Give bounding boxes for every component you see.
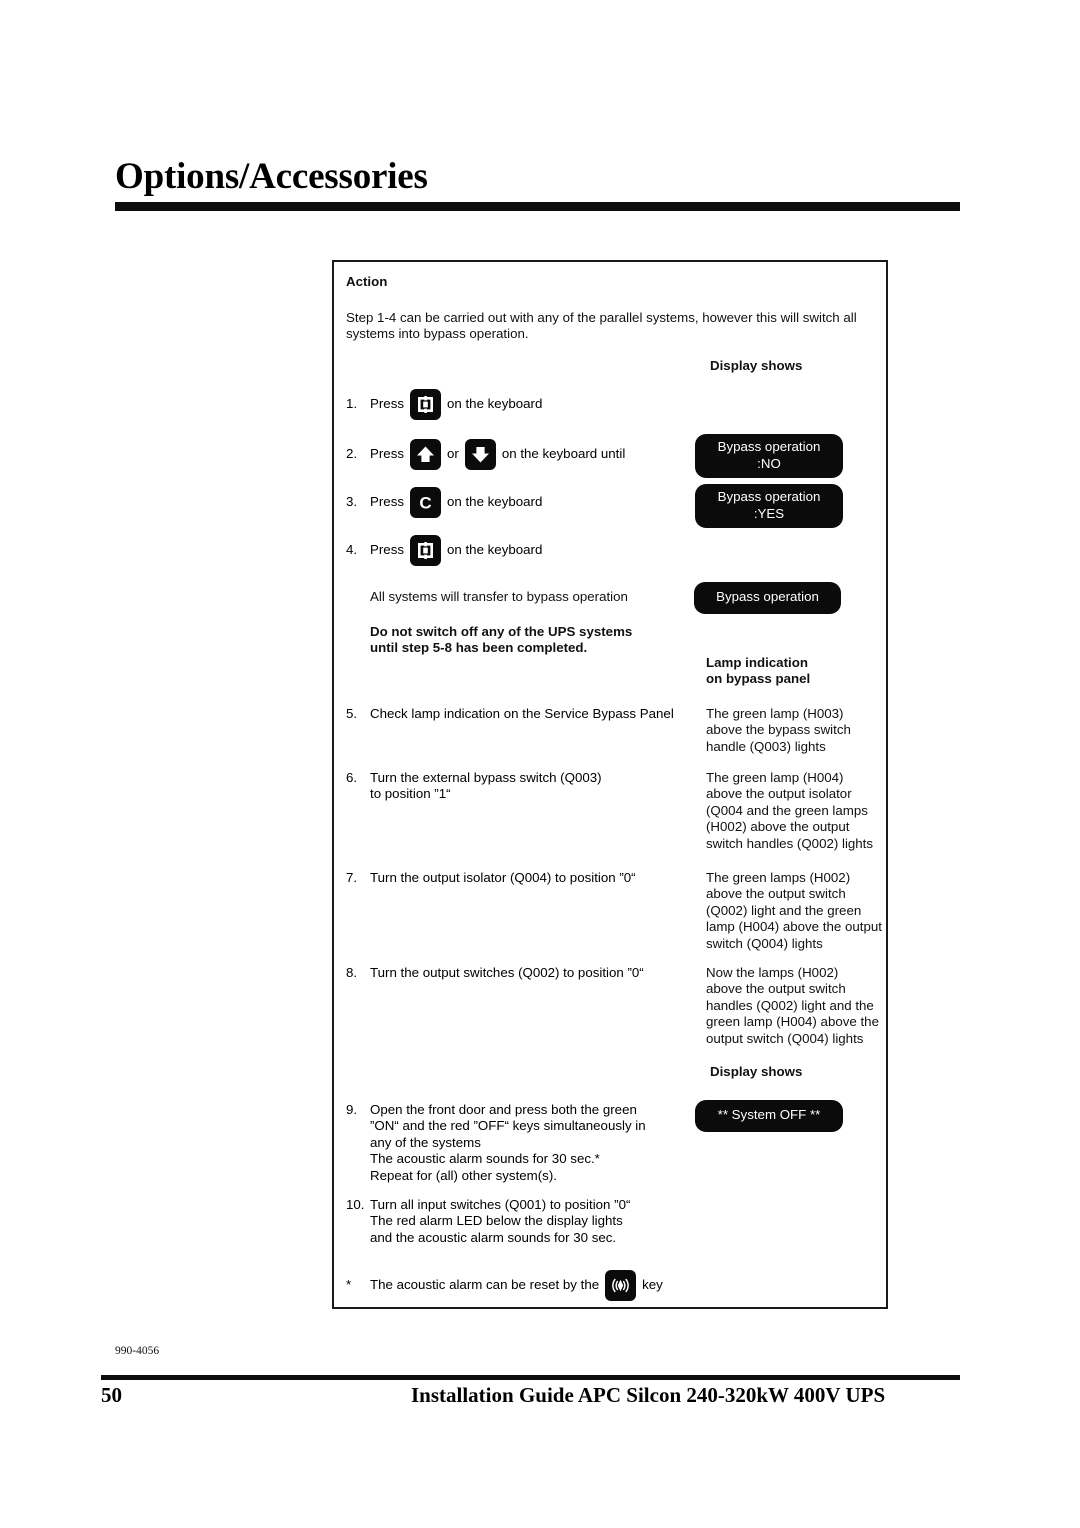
step-3-press-label: Press <box>370 494 404 510</box>
step-1-press-label: Press <box>370 396 404 412</box>
step-6-text: Turn the external bypass switch (Q003) t… <box>370 770 602 802</box>
step-7: 7. Turn the output isolator (Q004) to po… <box>346 870 696 886</box>
header-rule <box>115 201 960 211</box>
step-2-number: 2. <box>346 446 358 462</box>
step-10: 10. Turn all input switches (Q001) to po… <box>346 1197 696 1246</box>
step-6: 6. Turn the external bypass switch (Q003… <box>346 770 696 803</box>
display-key-icon-2[interactable] <box>410 535 441 566</box>
footnote-after-key: key <box>642 1277 663 1293</box>
display-shows-label-bottom: Display shows <box>710 1064 803 1079</box>
step-4-press-label: Press <box>370 542 404 558</box>
step-2: 2. Press or on the keyboard until <box>346 439 625 470</box>
footnote-before-key: The acoustic alarm can be reset by the <box>370 1277 600 1293</box>
step-10-text: Turn all input switches (Q001) to positi… <box>370 1197 631 1245</box>
arrow-down-key-icon[interactable] <box>464 439 496 470</box>
step-7-text: Turn the output isolator (Q004) to posit… <box>370 870 636 885</box>
step-5-number: 5. <box>346 706 358 721</box>
display-key-icon[interactable] <box>410 389 441 420</box>
step-2-press-label: Press <box>370 446 404 462</box>
step-3-number: 3. <box>346 494 358 510</box>
step-9-text: Open the front door and press both the g… <box>370 1102 646 1183</box>
step-5-result: The green lamp (H003) above the bypass s… <box>706 706 851 754</box>
step-1-number: 1. <box>346 396 358 412</box>
alarm-key-icon[interactable] <box>605 1270 637 1301</box>
book-title: Installation Guide APC Silcon 240-320kW … <box>411 1383 886 1407</box>
step-6-number: 6. <box>346 770 358 785</box>
step-2-separator: or <box>447 446 459 462</box>
step-4: 4. Press on the keyboard <box>346 535 542 566</box>
page-number: 50 <box>101 1383 122 1407</box>
display-box-bypass-no: Bypass operation :NO <box>695 434 843 479</box>
display-shows-label-top: Display shows <box>710 358 803 373</box>
action-panel: Action Step 1-4 can be carried out with … <box>332 260 888 1309</box>
step-1: 1. Press on the keyboard <box>346 389 542 420</box>
lamp-indication-label: Lamp indication on bypass panel <box>706 655 811 687</box>
step-8-number: 8. <box>346 965 358 980</box>
step-8-text: Turn the output switches (Q002) to posit… <box>370 965 644 980</box>
step-1-after-key: on the keyboard <box>447 396 543 412</box>
step-7-result: The green lamps (H002) above the output … <box>706 870 882 951</box>
step-3: 3. Press C on the keyboard <box>346 487 542 518</box>
page-footer: 50 Installation Guide APC Silcon 240-320… <box>101 1383 960 1408</box>
arrow-up-key-icon[interactable] <box>410 439 441 470</box>
step-5: 5. Check lamp indication on the Service … <box>346 706 696 722</box>
svg-text:C: C <box>419 494 431 513</box>
display-box-system-off: ** System OFF ** <box>695 1100 843 1132</box>
step-10-number: 10. <box>346 1197 365 1212</box>
display-box-bypass-operation: Bypass operation <box>694 582 841 614</box>
footnote-marker: * <box>346 1277 352 1293</box>
footer-rule <box>101 1375 960 1380</box>
intro-paragraph: Step 1-4 can be carried out with any of … <box>346 310 857 342</box>
transfer-note: All systems will transfer to bypass oper… <box>370 589 628 604</box>
step-8-result: Now the lamps (H002) above the output sw… <box>706 965 879 1046</box>
step-5-text: Check lamp indication on the Service Byp… <box>370 706 674 721</box>
step-9-number: 9. <box>346 1102 358 1117</box>
c-key-icon[interactable]: C <box>410 487 441 518</box>
document-number: 990-4056 <box>115 1345 160 1357</box>
step-8: 8. Turn the output switches (Q002) to po… <box>346 965 696 981</box>
step-9: 9. Open the front door and press both th… <box>346 1102 696 1184</box>
step-7-number: 7. <box>346 870 358 885</box>
page-header: Options/Accessories <box>115 156 960 211</box>
page-title: Options/Accessories <box>115 156 428 197</box>
step-3-after-key: on the keyboard <box>447 494 543 510</box>
step-4-number: 4. <box>346 542 358 558</box>
step-4-after-key: on the keyboard <box>447 542 543 558</box>
step-6-result: The green lamp (H004) above the output i… <box>706 770 874 851</box>
warning-text: Do not switch off any of the UPS systems… <box>370 624 633 656</box>
display-box-bypass-yes: Bypass operation :YES <box>695 484 843 529</box>
action-heading: Action <box>346 274 388 289</box>
step-2-after-key: on the keyboard until <box>501 446 626 462</box>
footnote: * The acoustic alarm can be reset by the… <box>346 1270 663 1301</box>
